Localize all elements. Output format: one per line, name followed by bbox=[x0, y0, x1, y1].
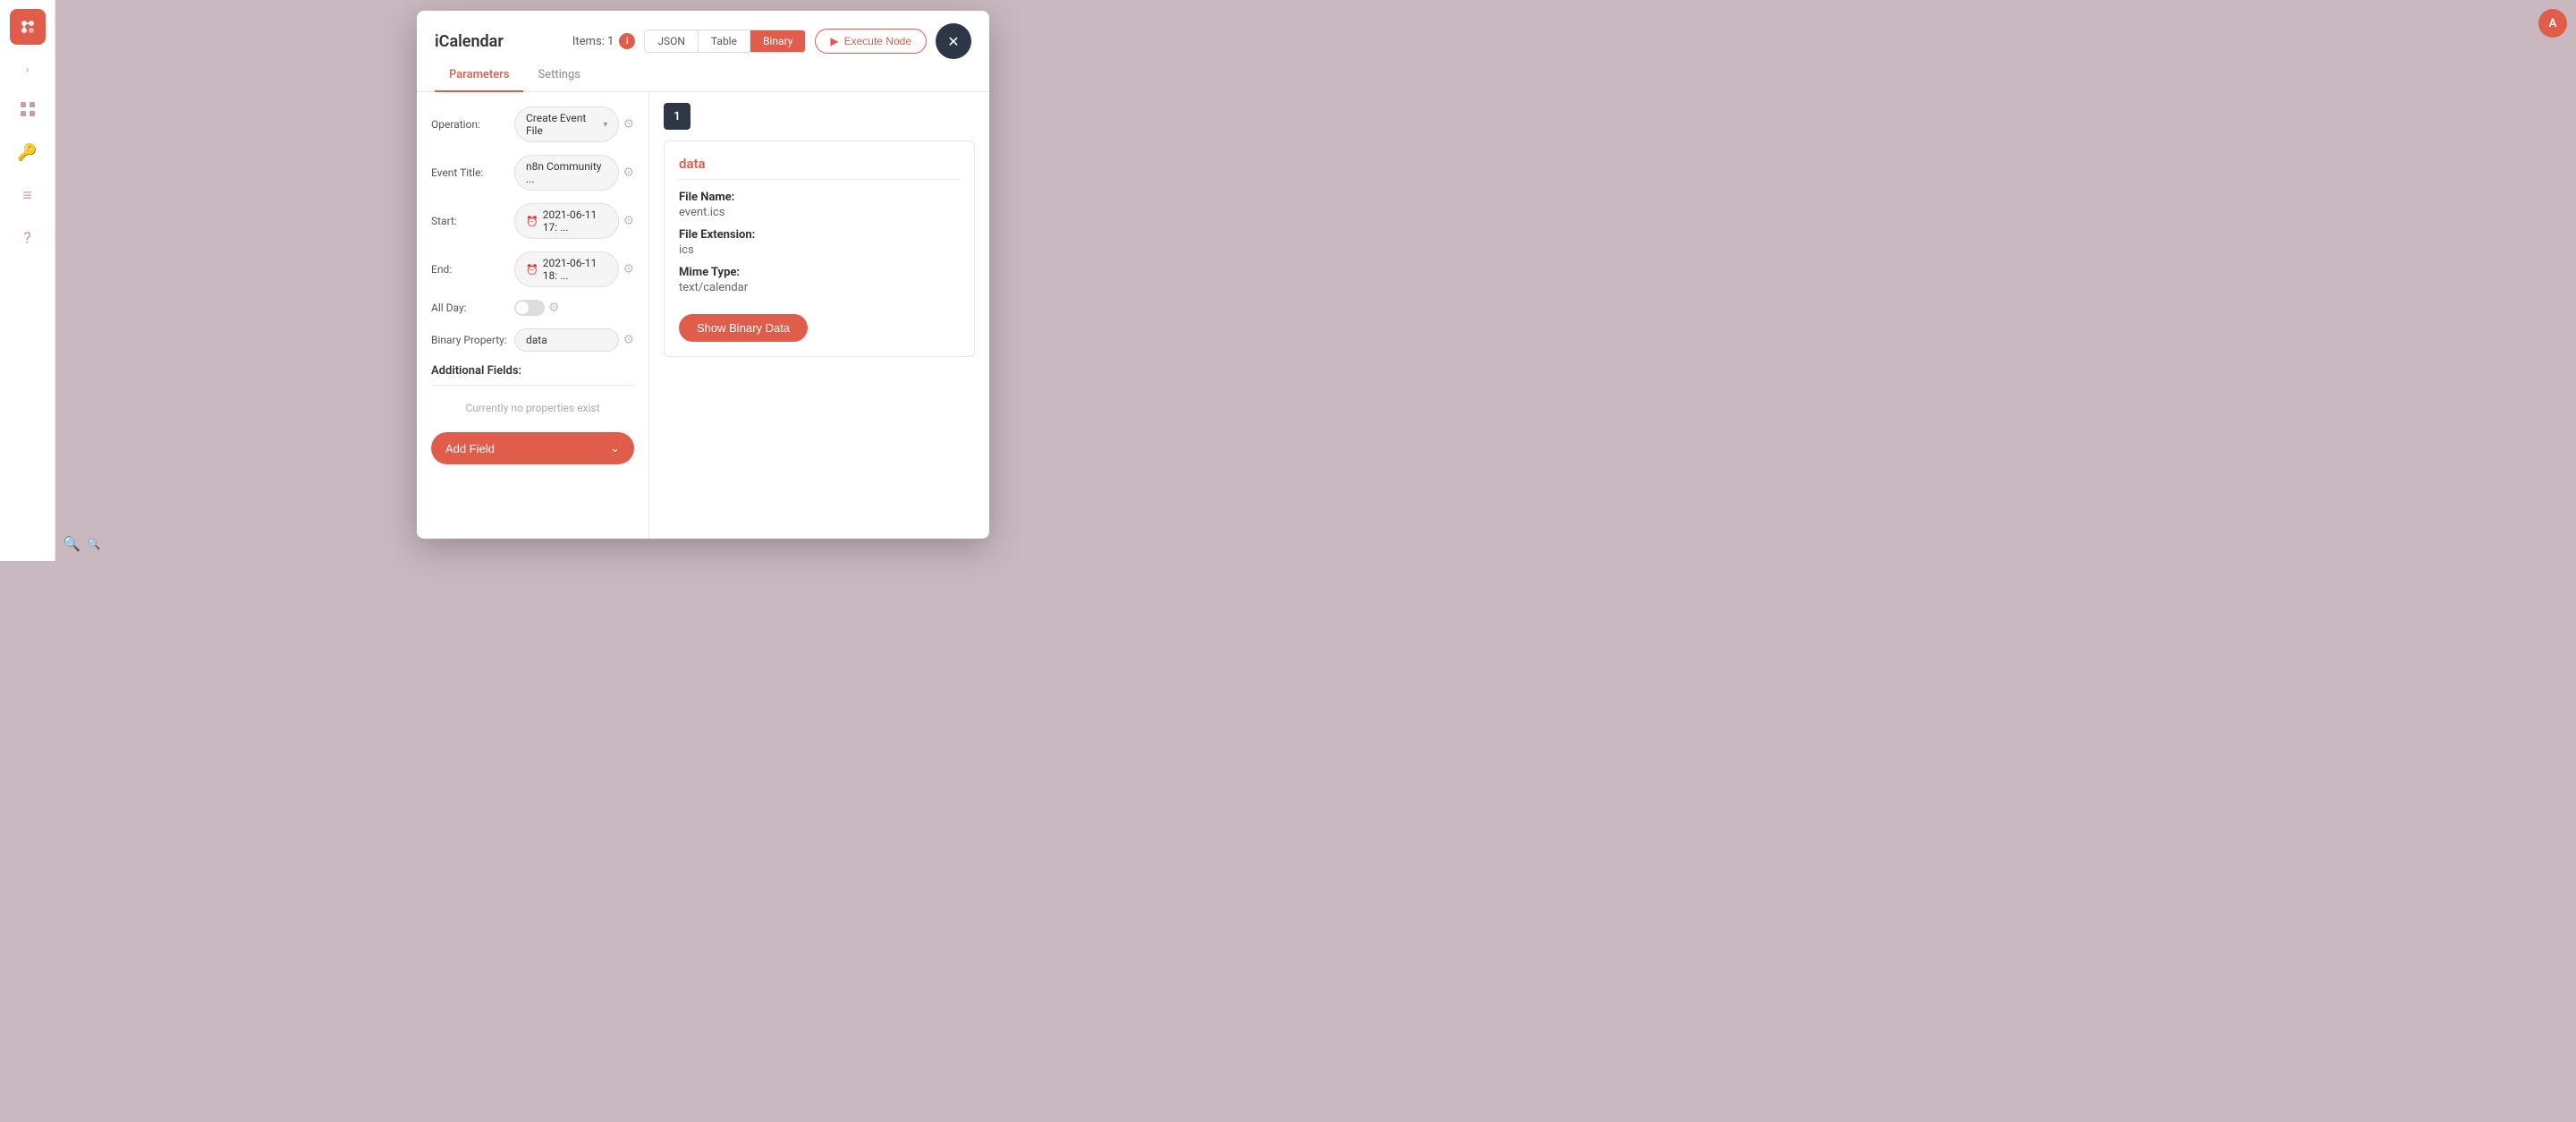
start-gear-icon[interactable]: ⚙ bbox=[623, 214, 634, 228]
clock-icon-start: ⏰ bbox=[526, 216, 538, 227]
field-control-start: ⏰ 2021-06-11 17: ... ⚙ bbox=[514, 203, 634, 239]
binary-property-value: data bbox=[526, 334, 547, 346]
no-properties-text: Currently no properties exist bbox=[431, 395, 634, 421]
sidebar-icon-help[interactable]: ? bbox=[13, 224, 42, 252]
field-control-operation: Create Event File ▾ ⚙ bbox=[514, 106, 634, 142]
sidebar-icon-nodes[interactable] bbox=[13, 95, 42, 123]
modal-title: iCalendar bbox=[435, 32, 504, 51]
operation-select[interactable]: Create Event File ▾ bbox=[514, 106, 619, 142]
operation-select-value: Create Event File bbox=[526, 112, 603, 137]
field-label-event-title: Event Title: bbox=[431, 166, 507, 179]
field-row-all-day: All Day: ⚙ bbox=[431, 300, 634, 316]
event-title-value: n8n Community ... bbox=[526, 160, 601, 185]
end-datetime-input[interactable]: ⏰ 2021-06-11 18: ... bbox=[514, 251, 619, 287]
event-title-input[interactable]: n8n Community ... bbox=[514, 155, 619, 191]
view-tab-binary[interactable]: Binary bbox=[750, 30, 805, 52]
binary-property-input[interactable]: data bbox=[514, 328, 619, 352]
start-datetime-input[interactable]: ⏰ 2021-06-11 17: ... bbox=[514, 203, 619, 239]
field-label-operation: Operation: bbox=[431, 118, 507, 131]
field-row-operation: Operation: Create Event File ▾ ⚙ bbox=[431, 106, 634, 142]
start-value: 2021-06-11 17: ... bbox=[543, 208, 608, 234]
field-row-end: End: ⏰ 2021-06-11 18: ... ⚙ bbox=[431, 251, 634, 287]
view-tabs: JSON Table Binary bbox=[644, 30, 806, 53]
field-row-start: Start: ⏰ 2021-06-11 17: ... ⚙ bbox=[431, 203, 634, 239]
clock-icon-end: ⏰ bbox=[526, 264, 538, 276]
all-day-toggle[interactable] bbox=[514, 300, 545, 316]
field-row-event-title: Event Title: n8n Community ... ⚙ bbox=[431, 155, 634, 191]
view-tab-table[interactable]: Table bbox=[699, 30, 750, 52]
modal-close-button[interactable]: ✕ bbox=[936, 23, 971, 59]
info-badge: i bbox=[619, 33, 635, 49]
add-field-label: Add Field bbox=[445, 442, 495, 455]
right-panel: 1 data File Name: event.ics File Extensi… bbox=[649, 92, 989, 539]
field-control-binary-property: data ⚙ bbox=[514, 328, 634, 352]
event-title-gear-icon[interactable]: ⚙ bbox=[623, 166, 634, 180]
end-value: 2021-06-11 18: ... bbox=[543, 257, 608, 282]
field-label-end: End: bbox=[431, 263, 507, 276]
add-field-chevron-icon: ⌄ bbox=[610, 441, 620, 455]
add-field-button[interactable]: Add Field ⌄ bbox=[431, 432, 634, 464]
binary-property-gear-icon[interactable]: ⚙ bbox=[623, 333, 634, 347]
tab-settings[interactable]: Settings bbox=[523, 59, 594, 92]
field-label-binary-property: Binary Property: bbox=[431, 334, 507, 346]
left-panel: Operation: Create Event File ▾ ⚙ Event T… bbox=[417, 92, 649, 539]
data-field-filename: File Name: event.ics bbox=[679, 191, 960, 219]
field-label-start: Start: bbox=[431, 215, 507, 227]
sidebar-icon-key[interactable]: 🔑 bbox=[13, 138, 42, 166]
all-day-gear-icon[interactable]: ⚙ bbox=[548, 301, 560, 315]
field-label-all-day: All Day: bbox=[431, 302, 507, 314]
sidebar-icon-list[interactable]: ≡ bbox=[13, 181, 42, 209]
operation-gear-icon[interactable]: ⚙ bbox=[623, 117, 634, 132]
divider bbox=[431, 385, 634, 386]
data-field-mimetype: Mime Type: text/calendar bbox=[679, 266, 960, 294]
view-tab-json[interactable]: JSON bbox=[645, 30, 699, 52]
field-control-all-day: ⚙ bbox=[514, 300, 634, 316]
play-icon: ▶ bbox=[830, 35, 838, 47]
tab-parameters[interactable]: Parameters bbox=[435, 59, 523, 92]
file-name-label: File Name: bbox=[679, 191, 960, 204]
right-panel-content: 1 data File Name: event.ics File Extensi… bbox=[649, 92, 989, 539]
modal-tabs: Parameters Settings bbox=[417, 59, 989, 92]
show-binary-data-button[interactable]: Show Binary Data bbox=[679, 314, 808, 342]
field-control-event-title: n8n Community ... ⚙ bbox=[514, 155, 634, 191]
file-extension-value: ics bbox=[679, 243, 960, 257]
node-modal: iCalendar Items: 1 i JSON Table Binary ▶… bbox=[417, 11, 989, 539]
items-label: Items: 1 bbox=[572, 35, 614, 48]
data-card: data File Name: event.ics File Extension… bbox=[664, 140, 975, 357]
data-card-divider bbox=[679, 179, 960, 180]
modal-top-right-controls: Items: 1 i JSON Table Binary ▶ Execute N… bbox=[572, 23, 971, 59]
file-name-value: event.ics bbox=[679, 206, 960, 219]
additional-fields-label: Additional Fields: bbox=[431, 364, 634, 378]
items-info: Items: 1 i bbox=[572, 33, 635, 49]
end-gear-icon[interactable]: ⚙ bbox=[623, 262, 634, 276]
item-tab-1[interactable]: 1 bbox=[664, 103, 691, 130]
field-control-end: ⏰ 2021-06-11 18: ... ⚙ bbox=[514, 251, 634, 287]
user-avatar[interactable]: A bbox=[2538, 9, 2567, 38]
execute-node-button[interactable]: ▶ Execute Node bbox=[815, 29, 927, 54]
modal-header: iCalendar Items: 1 i JSON Table Binary ▶… bbox=[417, 11, 989, 59]
mime-type-label: Mime Type: bbox=[679, 266, 960, 279]
sidebar: › 🔑 ≡ ? bbox=[0, 0, 55, 561]
sidebar-collapse-btn[interactable]: › bbox=[17, 59, 38, 81]
sidebar-logo[interactable] bbox=[10, 9, 46, 45]
field-row-binary-property: Binary Property: data ⚙ bbox=[431, 328, 634, 352]
modal-body: Operation: Create Event File ▾ ⚙ Event T… bbox=[417, 92, 989, 539]
execute-btn-label: Execute Node bbox=[844, 35, 911, 47]
data-card-title: data bbox=[679, 156, 960, 172]
file-extension-label: File Extension: bbox=[679, 228, 960, 242]
additional-fields-section: Additional Fields: Currently no properti… bbox=[431, 364, 634, 464]
chevron-down-icon: ▾ bbox=[603, 120, 607, 130]
item-tabs: 1 bbox=[664, 103, 975, 130]
mime-type-value: text/calendar bbox=[679, 281, 960, 294]
data-field-extension: File Extension: ics bbox=[679, 228, 960, 257]
